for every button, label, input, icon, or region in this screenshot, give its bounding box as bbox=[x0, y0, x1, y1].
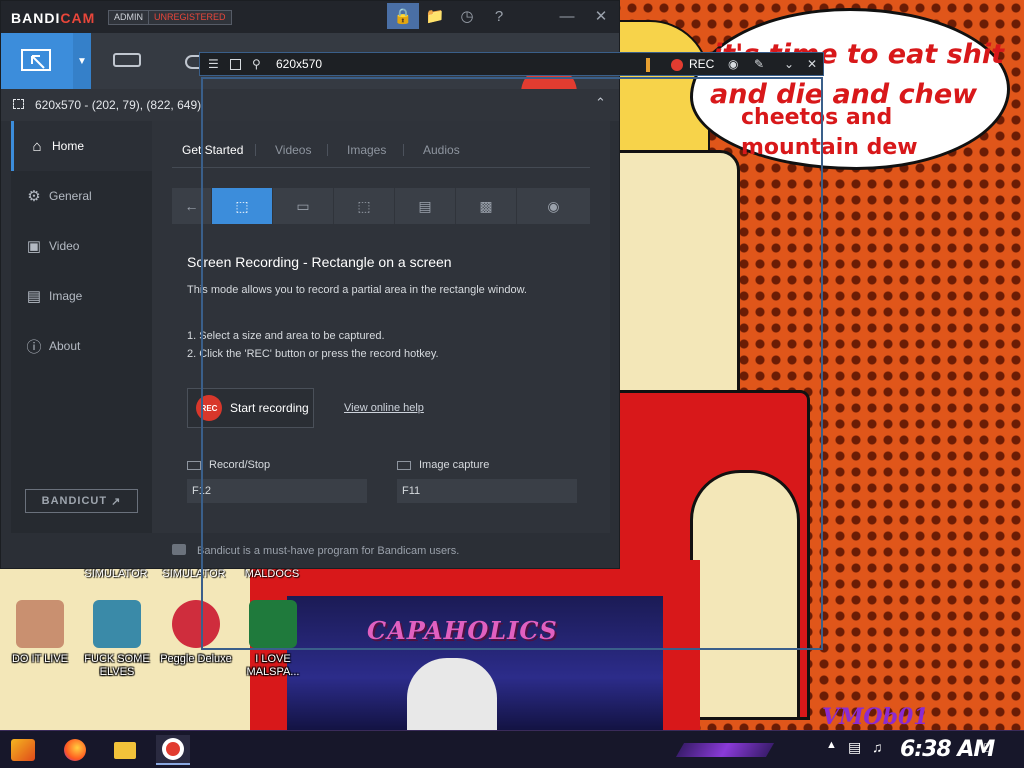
sidebar-item-label: Home bbox=[52, 139, 85, 153]
firefox-icon bbox=[64, 739, 86, 761]
portrait-icon bbox=[16, 600, 64, 648]
bandicut-label: BANDICUT bbox=[41, 495, 108, 507]
sidebar-item-home[interactable]: ⌂ Home bbox=[11, 121, 152, 171]
folder-icon[interactable]: 📁 bbox=[419, 3, 451, 29]
desktop-icon-label: Peggle Deluxe bbox=[160, 653, 232, 665]
video-icon: ▣ bbox=[26, 238, 42, 255]
keyboard-icon bbox=[187, 460, 201, 470]
capture-area-frame[interactable] bbox=[201, 77, 823, 650]
rectangle-select-icon bbox=[21, 49, 51, 71]
taskbar-decoration bbox=[675, 743, 775, 757]
notification-icon[interactable]: □ bbox=[984, 739, 992, 755]
camera-icon[interactable]: ◉ bbox=[728, 57, 738, 71]
network-icon[interactable]: ▤ bbox=[848, 739, 861, 756]
rec-label[interactable]: REC bbox=[689, 57, 714, 71]
desktop-label-simulator-1[interactable]: SIMULATOR bbox=[76, 568, 156, 580]
gear-icon: ⚙ bbox=[27, 188, 41, 205]
bandicam-logo: BANDICAM bbox=[11, 10, 96, 26]
hdmi-mode-button[interactable] bbox=[91, 33, 163, 89]
capture-area-text: 620x570 - (202, 79), (822, 649) bbox=[35, 98, 202, 112]
desktop-icon-elves[interactable]: FUCK SOME ELVES bbox=[77, 600, 157, 679]
image-icon: ▤ bbox=[26, 288, 42, 305]
rectangle-mode-button[interactable] bbox=[1, 33, 73, 89]
start-icon bbox=[11, 739, 35, 761]
menu-icon[interactable]: ☰ bbox=[208, 57, 219, 71]
capture-size-text[interactable]: 620x570 bbox=[276, 57, 322, 71]
fullscreen-icon[interactable] bbox=[230, 59, 241, 70]
desktop-icon-do-it-live[interactable]: DO IT LIVE bbox=[0, 600, 80, 666]
help-icon[interactable]: ? bbox=[483, 3, 515, 29]
sidebar-item-general[interactable]: ⚙ General bbox=[11, 171, 152, 221]
admin-badge: ADMIN bbox=[108, 10, 149, 25]
taskbar-clock[interactable]: 6:38 AM bbox=[900, 737, 995, 762]
volume-icon[interactable]: ♫ bbox=[872, 739, 883, 755]
clock-icon[interactable]: ◷ bbox=[451, 3, 483, 29]
zoom-area-icon[interactable]: ⚲ bbox=[252, 57, 261, 71]
info-icon: ⓘ bbox=[26, 338, 42, 356]
pause-indicator-icon bbox=[646, 58, 650, 72]
mode-dropdown-chevron-icon[interactable]: ▼ bbox=[73, 33, 91, 89]
wallpaper-signature: VMOb01 bbox=[822, 704, 929, 730]
close-icon[interactable]: ✕ bbox=[807, 57, 817, 71]
sidebar-item-video[interactable]: ▣ Video bbox=[11, 221, 152, 271]
close-icon[interactable]: ✕ bbox=[585, 3, 617, 29]
sidebar-item-label: Video bbox=[49, 239, 80, 253]
desktop-icon-label: DO IT LIVE bbox=[11, 653, 69, 665]
sidebar-item-label: About bbox=[49, 339, 81, 353]
sidebar-item-about[interactable]: ⓘ About bbox=[11, 321, 152, 371]
chevron-down-icon[interactable]: ⌄ bbox=[784, 57, 794, 71]
desktop-icon-label: I LOVE MALSPA... bbox=[246, 653, 300, 678]
desktop-icon-label: FUCK SOME ELVES bbox=[84, 653, 150, 678]
firefox-button[interactable] bbox=[58, 735, 92, 765]
sidebar-item-label: Image bbox=[49, 289, 83, 303]
bandicam-taskbar-button[interactable] bbox=[156, 735, 190, 765]
capture-area-toolbar[interactable]: ☰ ⚲ 620x570 REC ◉ ✎ ⌄ ✕ bbox=[199, 52, 824, 76]
area-select-icon bbox=[13, 99, 24, 109]
unregistered-badge[interactable]: UNREGISTERED bbox=[148, 10, 232, 25]
bandicam-titlebar[interactable]: BANDICAM ADMIN UNREGISTERED 🔒 📁 ◷ ? — ✕ bbox=[1, 1, 619, 33]
lock-icon[interactable]: 🔒 bbox=[387, 3, 419, 29]
taskbar: ▲ ▤ ♫ 6:38 AM □ bbox=[0, 730, 1024, 768]
album-figure-shape bbox=[407, 658, 497, 732]
hdmi-icon bbox=[113, 53, 141, 67]
home-icon: ⌂ bbox=[32, 137, 42, 155]
tray-chevron-up-icon[interactable]: ▲ bbox=[826, 739, 837, 751]
settings-sidebar: ⌂ Home ⚙ General ▣ Video ▤ Image ⓘ About… bbox=[11, 121, 152, 533]
elf-icon bbox=[93, 600, 141, 648]
pencil-icon[interactable]: ✎ bbox=[754, 57, 764, 71]
folder-icon bbox=[114, 741, 136, 759]
sidebar-item-image[interactable]: ▤ Image bbox=[11, 271, 152, 321]
chat-icon bbox=[172, 544, 186, 555]
sidebar-item-label: General bbox=[49, 189, 92, 203]
bandicut-button[interactable]: BANDICUT ↗ bbox=[25, 489, 138, 513]
rec-dot-icon[interactable] bbox=[671, 59, 683, 71]
minimize-icon[interactable]: — bbox=[551, 3, 583, 29]
start-button[interactable] bbox=[6, 735, 40, 765]
file-explorer-button[interactable] bbox=[108, 735, 142, 765]
bandicam-rec-icon bbox=[162, 738, 184, 760]
